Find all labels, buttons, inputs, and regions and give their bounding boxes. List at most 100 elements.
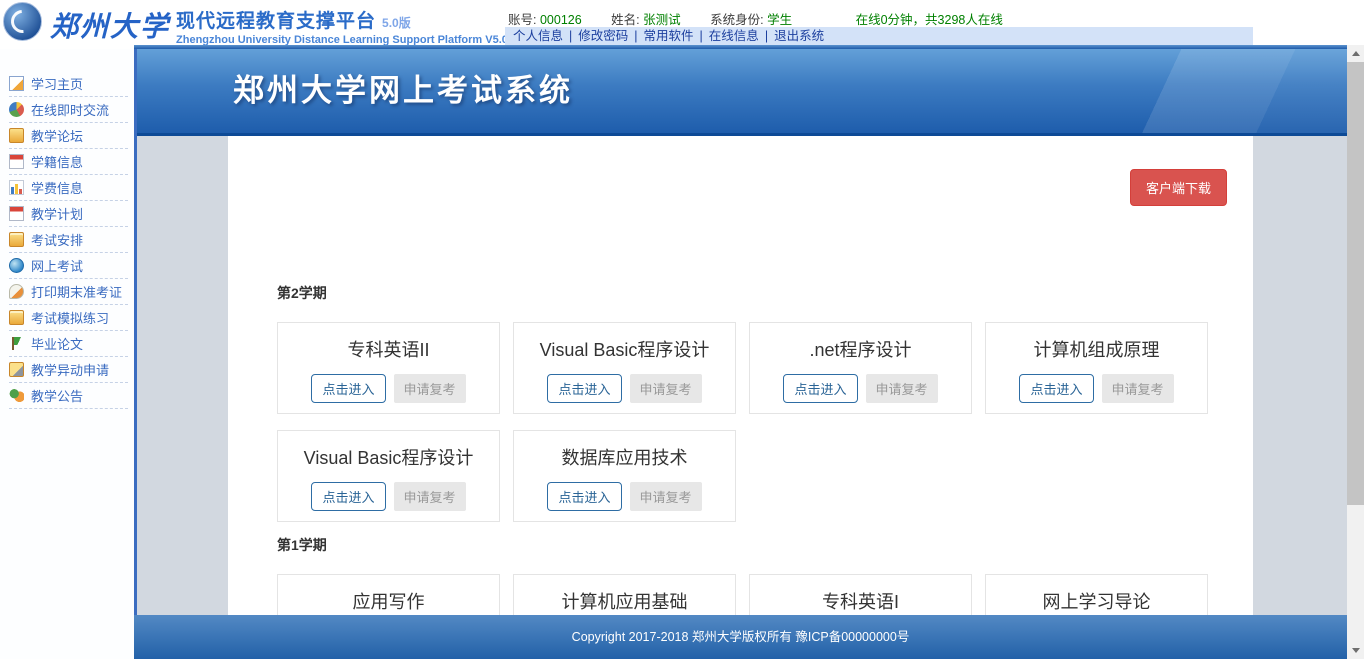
course-card: 计算机组成原理点击进入申请复考 [985, 322, 1208, 414]
sidebar-item-label: 教学异动申请 [31, 360, 109, 379]
notepad-icon [9, 76, 24, 91]
nav-separator: | [634, 29, 637, 43]
arrow-up-icon [1352, 51, 1360, 56]
sidebar-item[interactable]: 教学计划 [9, 201, 128, 227]
online-status: 在线0分钟，共3298人在线 [856, 13, 1003, 27]
course-buttons: 点击进入申请复考 [986, 374, 1207, 403]
course-title: 网上学习导论 [986, 588, 1207, 614]
enter-exam-button[interactable]: 点击进入 [311, 374, 385, 403]
sidebar-item[interactable]: 毕业论文 [9, 331, 128, 357]
online-exam-globe-icon [9, 258, 24, 273]
enter-exam-button[interactable]: 点击进入 [1019, 374, 1093, 403]
sidebar-item[interactable]: 学习主页 [9, 71, 128, 97]
sidebar-item-label: 网上考试 [31, 256, 83, 275]
course-buttons: 点击进入申请复考 [278, 482, 499, 511]
vertical-scrollbar[interactable] [1347, 45, 1364, 659]
sidebar-menu: 学习主页在线即时交流教学论坛学籍信息学费信息教学计划考试安排网上考试打印期末准考… [0, 49, 134, 409]
course-card: Visual Basic程序设计点击进入申请复考 [513, 322, 736, 414]
chat-pie-icon [9, 102, 24, 117]
header-separator [134, 45, 1347, 49]
platform-heading: 现代远程教育支撑平台 5.0版 Zhengzhou University Dis… [176, 6, 508, 46]
client-download-button[interactable]: 客户端下载 [1130, 169, 1227, 206]
copyright-text: Copyright 2017-2018 郑州大学版权所有 豫ICP备000000… [572, 630, 910, 644]
apply-retake-button[interactable]: 申请复考 [866, 374, 938, 403]
top-nav: 个人信息|修改密码|常用软件|在线信息|退出系统 [505, 27, 1253, 46]
scroll-down-button[interactable] [1347, 642, 1364, 659]
top-nav-link[interactable]: 个人信息 [510, 29, 566, 43]
sidebar-item-label: 考试安排 [31, 230, 83, 249]
role-value: 学生 [767, 13, 792, 27]
forum-folder-icon [9, 128, 24, 143]
sidebar: 学习主页在线即时交流教学论坛学籍信息学费信息教学计划考试安排网上考试打印期末准考… [0, 49, 134, 659]
apply-retake-button[interactable]: 申请复考 [630, 374, 702, 403]
enter-exam-button[interactable]: 点击进入 [311, 482, 385, 511]
exam-schedule-folder-icon [9, 232, 24, 247]
course-title: 计算机应用基础 [514, 588, 735, 614]
download-row: 客户端下载 [228, 136, 1253, 206]
scroll-up-button[interactable] [1347, 45, 1364, 62]
top-nav-link[interactable]: 在线信息 [706, 29, 762, 43]
course-title: 数据库应用技术 [514, 444, 735, 470]
logo-swirl-icon [6, 5, 38, 37]
thesis-flag-icon [9, 336, 24, 351]
teaching-plan-calendar-icon [9, 206, 24, 221]
semester-section: 第2学期专科英语II点击进入申请复考Visual Basic程序设计点击进入申请… [277, 206, 1208, 522]
apply-retake-button[interactable]: 申请复考 [394, 482, 466, 511]
sidebar-item[interactable]: 教学异动申请 [9, 357, 128, 383]
sidebar-divider [134, 45, 137, 659]
sidebar-item[interactable]: 打印期末准考证 [9, 279, 128, 305]
apply-retake-button[interactable]: 申请复考 [1102, 374, 1174, 403]
course-title: .net程序设计 [750, 336, 971, 362]
sidebar-item[interactable]: 学费信息 [9, 175, 128, 201]
enter-exam-button[interactable]: 点击进入 [547, 482, 621, 511]
header: 郑州大学 现代远程教育支撑平台 5.0版 Zhengzhou Universit… [0, 0, 1364, 46]
top-nav-link[interactable]: 修改密码 [575, 29, 631, 43]
apply-retake-button[interactable]: 申请复考 [394, 374, 466, 403]
sidebar-item-label: 毕业论文 [31, 334, 83, 353]
course-title: 专科英语I [750, 588, 971, 614]
nav-separator: | [765, 29, 768, 43]
course-card: 专科英语II 点击进入申请复考 [277, 322, 500, 414]
banner: 郑州大学网上考试系统 [137, 49, 1347, 136]
announcement-people-icon [9, 388, 24, 403]
course-card: 数据库应用技术点击进入申请复考 [513, 430, 736, 522]
sidebar-item-label: 学费信息 [31, 178, 83, 197]
sidebar-item[interactable]: 学籍信息 [9, 149, 128, 175]
account-value: 000126 [540, 13, 582, 27]
sidebar-item[interactable]: 教学论坛 [9, 123, 128, 149]
arrow-down-icon [1352, 648, 1360, 653]
role-label: 系统身份: [710, 13, 763, 27]
scrollbar-thumb[interactable] [1347, 62, 1364, 505]
course-card: Visual Basic程序设计点击进入申请复考 [277, 430, 500, 522]
enter-exam-button[interactable]: 点击进入 [783, 374, 857, 403]
name-value: 张测试 [643, 13, 681, 27]
top-nav-link[interactable]: 常用软件 [641, 29, 697, 43]
page: 郑州大学 现代远程教育支撑平台 5.0版 Zhengzhou Universit… [0, 0, 1364, 659]
mock-practice-folder-icon [9, 310, 24, 325]
sidebar-item[interactable]: 在线即时交流 [9, 97, 128, 123]
sidebar-item[interactable]: 考试模拟练习 [9, 305, 128, 331]
sidebar-item-label: 学籍信息 [31, 152, 83, 171]
university-logo-icon [3, 2, 42, 41]
footer: Copyright 2017-2018 郑州大学版权所有 豫ICP备000000… [134, 615, 1347, 659]
enter-exam-button[interactable]: 点击进入 [547, 374, 621, 403]
course-title: Visual Basic程序设计 [278, 444, 499, 470]
apply-retake-button[interactable]: 申请复考 [630, 482, 702, 511]
sidebar-item[interactable]: 考试安排 [9, 227, 128, 253]
nav-separator: | [569, 29, 572, 43]
course-sections: 第2学期专科英语II点击进入申请复考Visual Basic程序设计点击进入申请… [228, 206, 1253, 659]
semester-heading: 第2学期 [277, 206, 1208, 303]
banner-title: 郑州大学网上考试系统 [233, 49, 1347, 133]
top-nav-link[interactable]: 退出系统 [771, 29, 827, 43]
course-title: 应用写作 [278, 588, 499, 614]
sidebar-item[interactable]: 教学公告 [9, 383, 128, 409]
course-title: Visual Basic程序设计 [514, 336, 735, 362]
content: 客户端下载 第2学期专科英语II点击进入申请复考Visual Basic程序设计… [137, 136, 1347, 659]
brand: 郑州大学 现代远程教育支撑平台 5.0版 Zhengzhou Universit… [3, 2, 508, 46]
content-panel: 客户端下载 第2学期专科英语II点击进入申请复考Visual Basic程序设计… [228, 136, 1253, 659]
account-info-bar: 账号: 000126 姓名: 张测试 系统身份: 学生 在线0分钟，共3298人… [508, 9, 1003, 28]
sidebar-item[interactable]: 网上考试 [9, 253, 128, 279]
course-title: 专科英语II [278, 336, 499, 362]
sidebar-item-label: 考试模拟练习 [31, 308, 109, 327]
sidebar-item-label: 打印期末准考证 [31, 282, 122, 301]
